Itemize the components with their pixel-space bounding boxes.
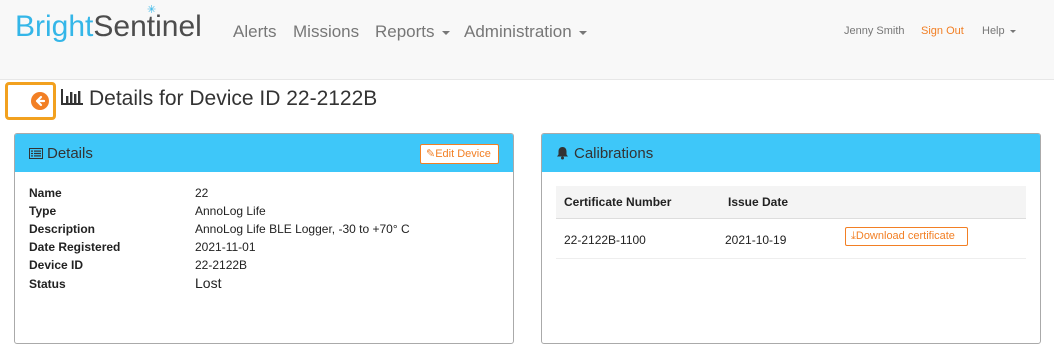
arrow-left-circle-icon (31, 92, 49, 110)
brand-logo[interactable]: BrightSentinel ✳ (15, 4, 202, 44)
edit-device-button[interactable]: ✎Edit Device (420, 144, 499, 164)
calibrations-panel-title: Calibrations (574, 145, 654, 162)
help-menu[interactable]: Help (982, 25, 1016, 38)
detail-value-description: AnnoLog Life BLE Logger, -30 to +70° C (195, 222, 410, 236)
edit-device-label: Edit Device (435, 148, 491, 160)
nav-missions[interactable]: Missions (293, 22, 359, 42)
detail-label: Name (29, 186, 62, 200)
column-header-issue-date[interactable]: Issue Date (728, 195, 788, 209)
nav-alerts[interactable]: Alerts (233, 22, 276, 42)
details-panel-title: Details (47, 145, 93, 162)
calibrations-table-header: Certificate Number Issue Date (556, 186, 1026, 219)
caret-down-icon (441, 30, 450, 35)
detail-value-device-id: 22-2122B (195, 258, 248, 272)
user-name[interactable]: Jenny Smith (844, 25, 905, 38)
details-panel-header: Details ✎Edit Device (15, 134, 513, 172)
sign-out-link[interactable]: Sign Out (921, 25, 964, 38)
detail-label: Type (29, 204, 57, 218)
detail-label: Date Registered (29, 240, 121, 254)
detail-value-date-registered: 2021-11-01 (195, 240, 256, 254)
pencil-icon: ✎ (426, 148, 436, 160)
row-divider (556, 258, 1026, 259)
bar-chart-icon (61, 89, 83, 105)
top-navbar: BrightSentinel ✳ Alerts Missions Reports… (0, 0, 1054, 80)
download-certificate-button[interactable]: ⤓Download certificate (845, 227, 968, 246)
back-button[interactable] (5, 82, 56, 120)
detail-value-type: AnnoLog Life (195, 204, 266, 218)
detail-label: Device ID (29, 258, 84, 272)
certificate-number-cell: 22-2122B-1100 (564, 233, 646, 247)
detail-label: Description (29, 222, 96, 236)
bell-icon (557, 147, 568, 160)
detail-value-name: 22 (195, 186, 209, 200)
download-certificate-label: Download certificate (855, 230, 955, 242)
page-title: Details for Device ID 22-2122B (89, 87, 378, 110)
brand-star-icon: ✳ (147, 4, 157, 16)
nav-reports[interactable]: Reports (375, 22, 450, 42)
column-header-certificate-number[interactable]: Certificate Number (564, 195, 671, 209)
help-label: Help (982, 25, 1005, 37)
nav-administration[interactable]: Administration (464, 22, 587, 42)
brand-name-part1: Bright (15, 10, 94, 43)
caret-down-icon (578, 30, 587, 35)
detail-label: Status (29, 277, 66, 291)
nav-reports-label: Reports (375, 22, 435, 41)
calibrations-panel-header: Calibrations (542, 134, 1040, 172)
calibrations-panel: Calibrations Certificate Number Issue Da… (541, 133, 1041, 344)
list-icon (29, 148, 43, 159)
detail-value-status: Lost (195, 275, 222, 291)
nav-administration-label: Administration (464, 22, 572, 41)
details-panel: Details ✎Edit Device Name 22 Type AnnoLo… (14, 133, 514, 344)
caret-down-icon (1009, 29, 1016, 33)
issue-date-cell: 2021-10-19 (725, 233, 787, 247)
